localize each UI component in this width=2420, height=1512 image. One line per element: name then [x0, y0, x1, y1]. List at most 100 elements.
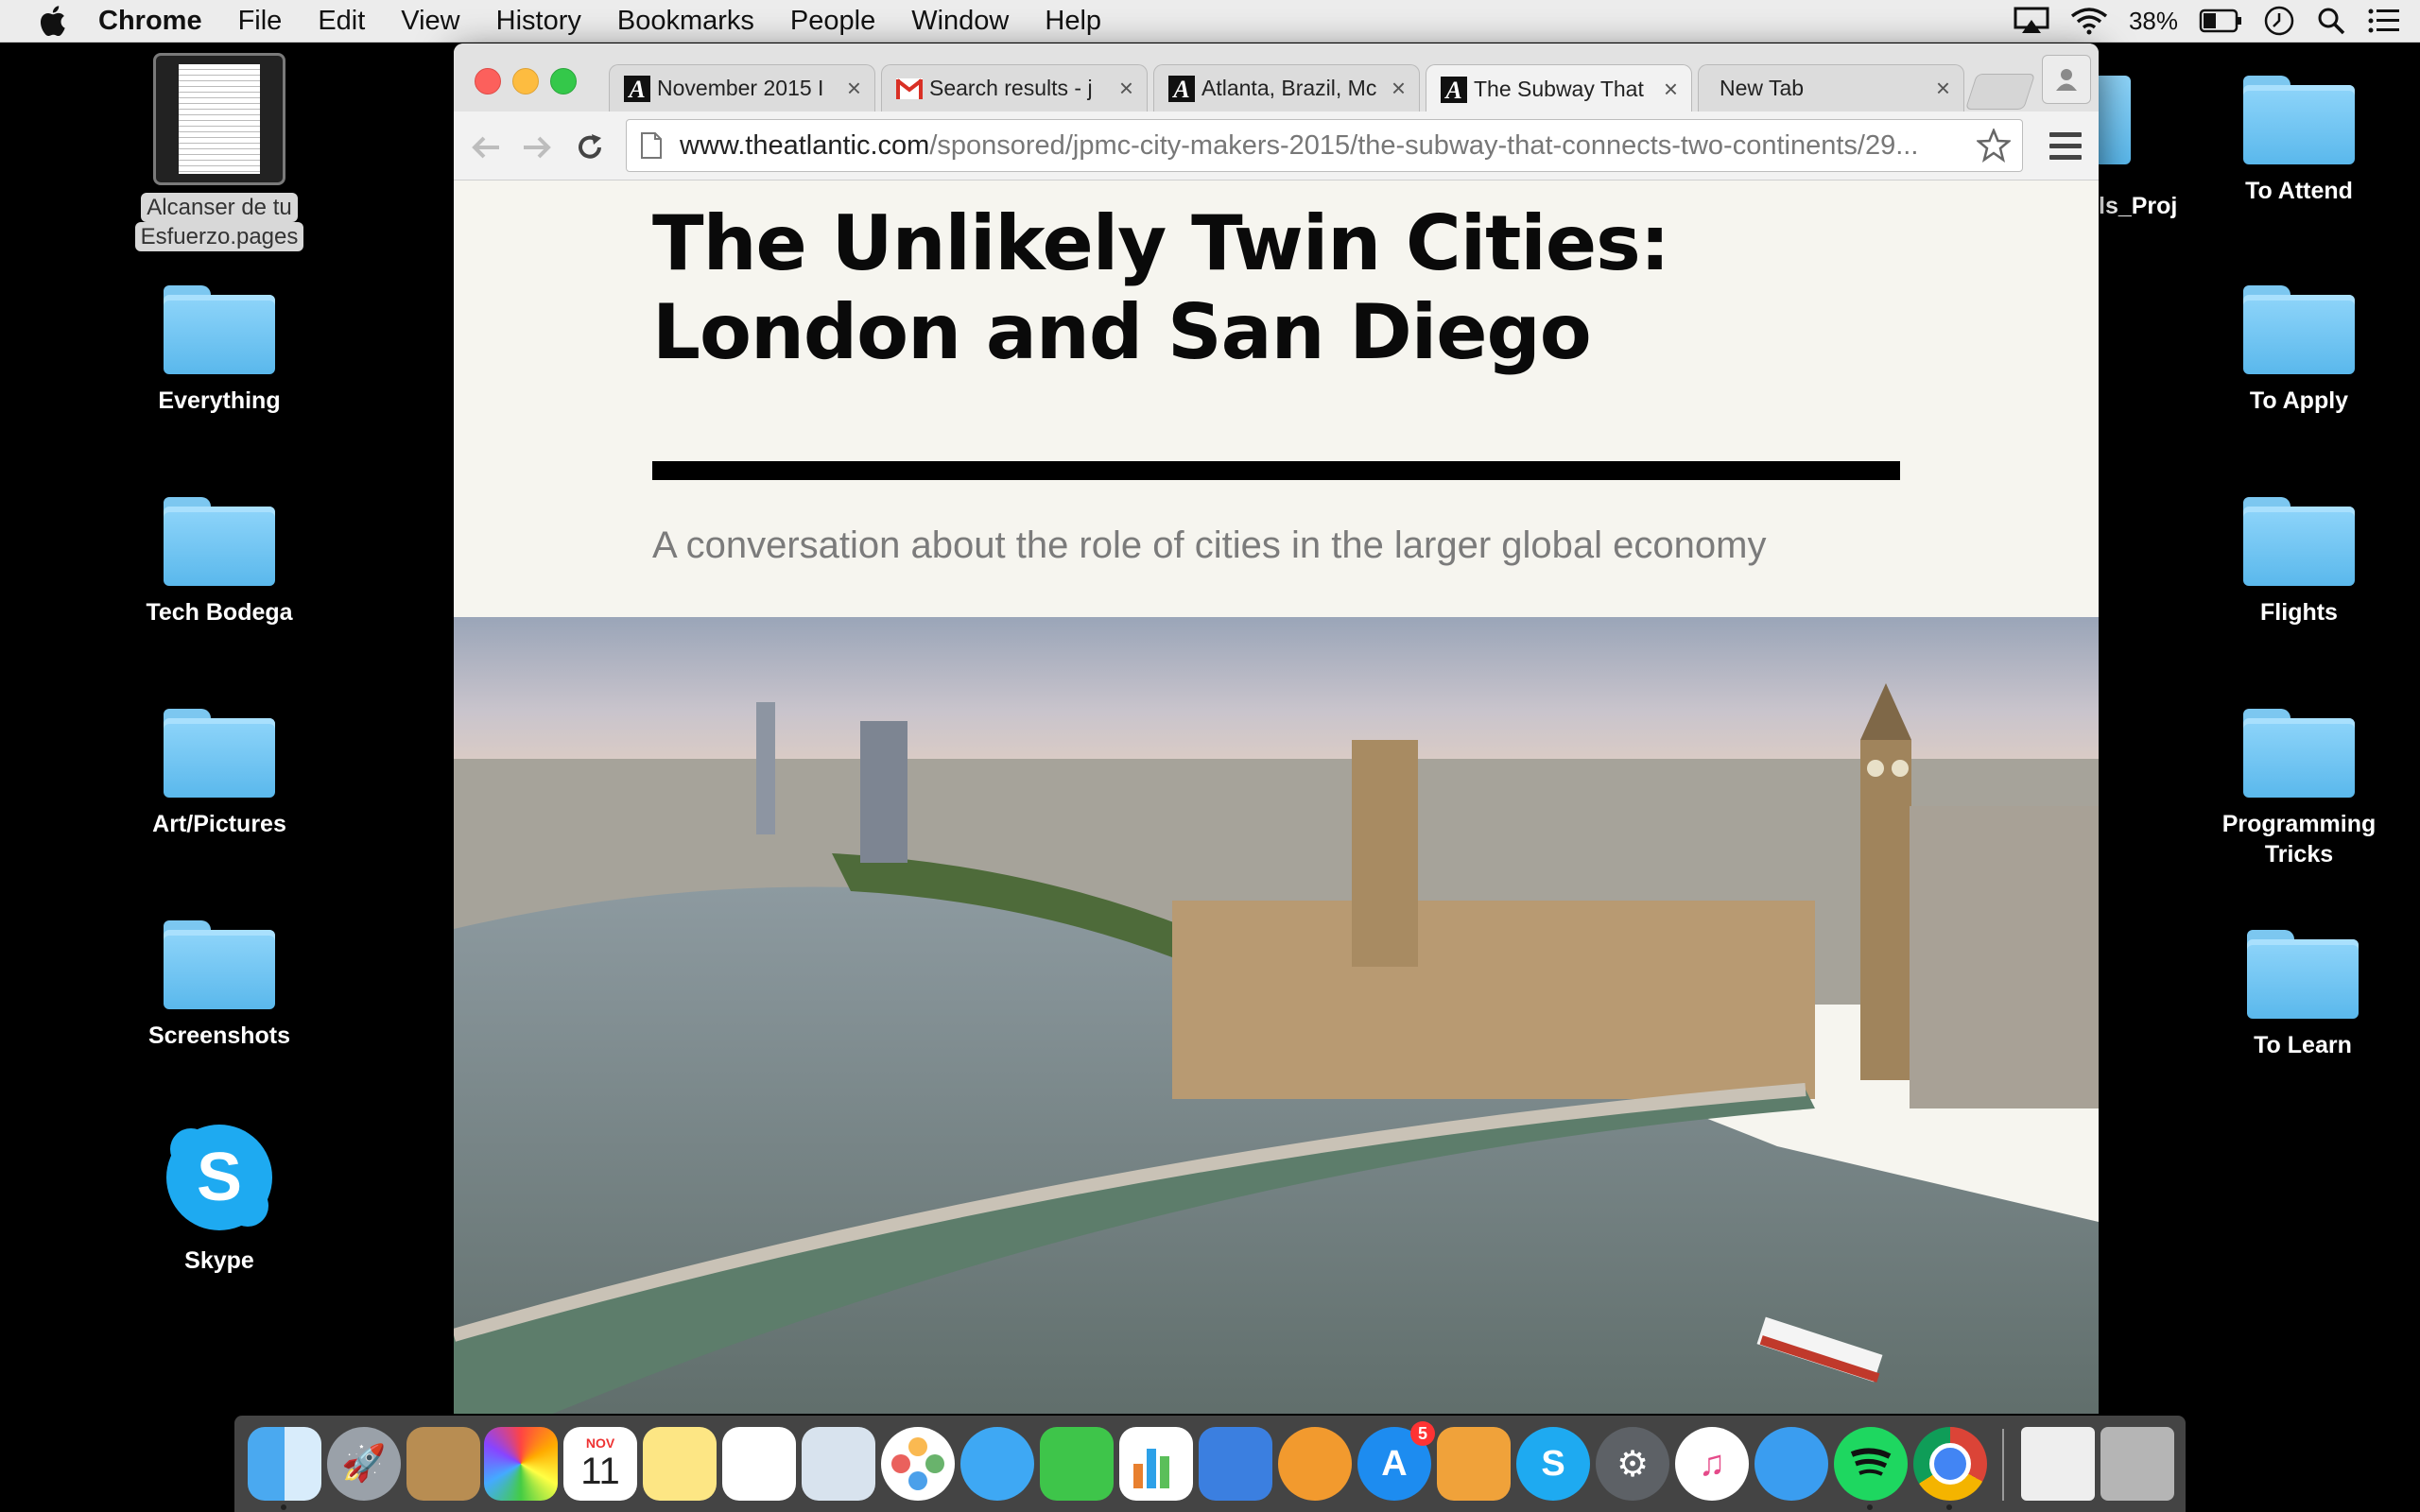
desktop-folder-label: To Attend [2245, 178, 2353, 204]
bookmark-star-icon[interactable] [1977, 129, 2011, 163]
app-store-icon[interactable]: A 5 [1357, 1421, 1435, 1501]
messages-icon[interactable] [960, 1427, 1034, 1501]
ibooks-icon[interactable] [1278, 1427, 1352, 1501]
desktop-file-pages-document[interactable]: Alcanser de tu Esfuerzo.pages [106, 53, 333, 251]
status-area: 38% [2014, 0, 2401, 42]
tab-search-results[interactable]: Search results - j × [881, 64, 1148, 112]
tab-title: New Tab [1720, 76, 1805, 100]
desktop-app-skype[interactable]: S Skype [106, 1121, 333, 1276]
address-bar[interactable]: www.theatlantic.com/sponsored/jpmc-city-… [626, 119, 2023, 172]
menu-window[interactable]: Window [911, 6, 1009, 37]
calendar-icon[interactable]: NOV 11 [563, 1427, 637, 1501]
tab-close-icon[interactable]: × [1664, 75, 1678, 104]
desktop-folder-programming-tricks[interactable]: Programming Tricks [2186, 709, 2412, 869]
desktop-folder-label-line1: Programming [2221, 811, 2377, 837]
launchpad-icon[interactable]: 🚀 [327, 1427, 401, 1501]
spotlight-search-icon[interactable] [2316, 6, 2346, 36]
tab-close-icon[interactable]: × [1119, 74, 1133, 103]
folder-icon [2243, 285, 2355, 374]
minimize-window-button[interactable] [512, 68, 539, 94]
url-path: /sponsored/jpmc-city-makers-2015/the-sub… [929, 129, 1919, 161]
facetime-icon[interactable] [1040, 1427, 1114, 1501]
desktop-folder-to-learn[interactable]: To Learn [2189, 930, 2416, 1060]
tab-close-icon[interactable]: × [847, 74, 861, 103]
menu-view[interactable]: View [401, 6, 459, 37]
spotify-icon[interactable] [1834, 1427, 1908, 1501]
preview-icon[interactable] [802, 1427, 875, 1501]
chrome-menu-icon[interactable] [2049, 132, 2082, 161]
keynote-icon[interactable] [1199, 1427, 1272, 1501]
tab-close-icon[interactable]: × [1936, 74, 1950, 103]
trash-icon[interactable] [2100, 1427, 2174, 1501]
arrow-left-icon [472, 136, 499, 159]
folder-icon [2243, 709, 2355, 798]
tab-title: Atlanta, Brazil, Mc [1201, 76, 1377, 100]
finder-icon[interactable] [248, 1427, 321, 1501]
tab-new-tab[interactable]: New Tab × [1698, 64, 1964, 112]
tab-close-icon[interactable]: × [1392, 74, 1406, 103]
svg-text:A: A [1443, 77, 1461, 103]
desktop-folder-tech-bodega[interactable]: Tech Bodega [106, 497, 333, 627]
photos-icon[interactable] [881, 1427, 955, 1501]
desktop-folder-label-line2: Tricks [2264, 841, 2334, 868]
desktop-folder-art-pictures[interactable]: Art/Pictures [106, 709, 333, 839]
menu-app-name[interactable]: Chrome [98, 6, 202, 37]
menu-help[interactable]: Help [1045, 6, 1101, 37]
desktop-folder-to-apply[interactable]: To Apply [2186, 285, 2412, 416]
menu-bookmarks[interactable]: Bookmarks [617, 6, 754, 37]
calendar-month: NOV [585, 1435, 615, 1451]
tab-the-subway-that[interactable]: A The Subway That × [1426, 64, 1692, 113]
chrome-dock-icon[interactable] [1913, 1427, 1987, 1501]
url-text[interactable]: www.theatlantic.com/sponsored/jpmc-city-… [680, 130, 1965, 162]
contacts-icon[interactable] [406, 1427, 480, 1501]
skype-dock-icon[interactable]: S [1516, 1427, 1590, 1501]
desktop-folder-screenshots[interactable]: Screenshots [106, 920, 333, 1051]
reload-button[interactable] [571, 129, 609, 166]
pages-icon[interactable] [1437, 1427, 1511, 1501]
color-picker-icon[interactable] [484, 1427, 558, 1501]
notes-icon[interactable] [643, 1427, 717, 1501]
svg-text:A: A [1171, 76, 1189, 102]
forward-button[interactable] [518, 129, 556, 166]
profile-button[interactable] [2042, 55, 2091, 104]
tab-atlanta-brazil[interactable]: A Atlanta, Brazil, Mc × [1153, 64, 1420, 112]
numbers-icon[interactable] [1119, 1427, 1193, 1501]
desktop-file-label-line1: Alcanser de tu [141, 193, 298, 222]
menu-bar: Chrome File Edit View History Bookmarks … [0, 0, 2420, 43]
zoom-window-button[interactable] [550, 68, 577, 94]
desktop-folder-flights[interactable]: Flights [2186, 497, 2412, 627]
tab-title: Search results - j [929, 76, 1093, 100]
system-preferences-icon[interactable]: ⚙ [1596, 1427, 1669, 1501]
new-tab-button[interactable] [1964, 74, 2036, 110]
back-button[interactable] [467, 129, 505, 166]
battery-icon[interactable] [2199, 9, 2242, 33]
desktop-folder-to-attend[interactable]: To Attend [2186, 76, 2412, 206]
time-machine-icon[interactable] [2263, 5, 2295, 37]
minimized-window-icon[interactable] [2021, 1427, 2095, 1501]
menu-edit[interactable]: Edit [318, 6, 365, 37]
bar-chart-icon [1133, 1449, 1169, 1488]
running-indicator [1867, 1504, 1873, 1510]
apple-menu-icon[interactable] [38, 5, 66, 37]
running-indicator [281, 1504, 286, 1510]
skype-icon: S [166, 1125, 272, 1230]
safari-icon[interactable] [1754, 1427, 1828, 1501]
notification-center-icon[interactable] [2367, 8, 2401, 34]
itunes-icon[interactable]: ♫ [1675, 1427, 1749, 1501]
folder-icon [2243, 76, 2355, 164]
menu-people[interactable]: People [790, 6, 875, 37]
wifi-icon[interactable] [2070, 7, 2108, 35]
airplay-icon[interactable] [2014, 7, 2049, 35]
close-window-button[interactable] [475, 68, 501, 94]
calendar-day: 11 [580, 1451, 620, 1492]
svg-text:S: S [197, 1140, 242, 1215]
reminders-icon[interactable] [722, 1427, 796, 1501]
menu-history[interactable]: History [496, 6, 581, 37]
gmail-icon [895, 75, 924, 103]
document-thumbnail [153, 53, 285, 185]
menu-file[interactable]: File [238, 6, 283, 37]
tab-november-2015[interactable]: A November 2015 I × [609, 64, 875, 112]
desktop-folder-label: To Learn [2254, 1032, 2352, 1058]
desktop-folder-everything[interactable]: Everything [106, 285, 333, 416]
headline-rule [652, 461, 1900, 480]
